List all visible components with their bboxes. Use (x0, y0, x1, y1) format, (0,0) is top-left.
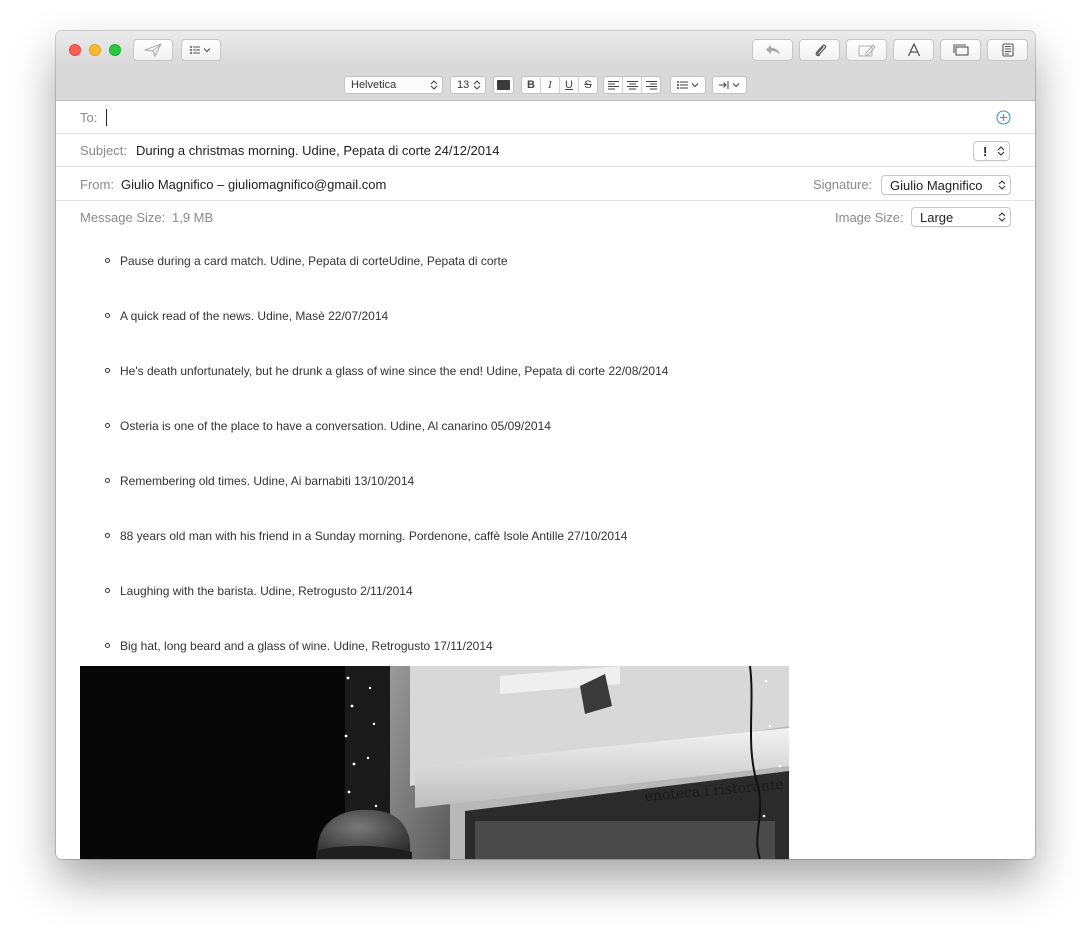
align-right-icon (645, 80, 657, 89)
align-right-button[interactable] (642, 77, 660, 93)
align-left-button[interactable] (604, 77, 623, 93)
caption-text: Remembering old times. Udine, Ai barnabi… (120, 474, 415, 488)
header-fields-button[interactable] (181, 39, 221, 61)
to-label: To: (80, 110, 98, 125)
updown-chevron-icon (997, 146, 1005, 156)
paperclip-icon (815, 44, 826, 57)
list-item: Remembering old times. Udine, Ai barnabi… (105, 474, 415, 488)
font-letter-icon (907, 43, 920, 57)
font-size-select[interactable]: 13 (450, 76, 486, 94)
image-size-label: Image Size: (835, 210, 904, 225)
indent-select[interactable] (712, 76, 747, 94)
bullet (105, 423, 110, 428)
caption-text: Pause during a card match. Udine, Pepata… (120, 254, 508, 268)
bullet (105, 533, 110, 538)
to-row: To: (56, 101, 1035, 134)
list-chevron-icon (190, 46, 211, 54)
from-row: From: Giulio Magnifico – giuliomagnifico… (56, 167, 1035, 201)
caption-text: Big hat, long beard and a glass of wine.… (120, 639, 493, 653)
caption-text: He's death unfortunately, but he drunk a… (120, 364, 669, 378)
bullet-list-icon (677, 81, 699, 89)
indent-icon (718, 81, 739, 89)
bullet (105, 368, 110, 373)
updown-chevron-icon (473, 80, 481, 90)
reply-arrow-icon (765, 45, 780, 55)
font-size-value: 13 (457, 79, 470, 91)
image-size-select[interactable]: Large (911, 207, 1011, 227)
text-color-swatch (497, 80, 510, 90)
list-item: He's death unfortunately, but he drunk a… (105, 364, 669, 378)
underline-button[interactable]: U (560, 77, 579, 93)
align-center-icon (626, 80, 638, 89)
list-item: 88 years old man with his friend in a Su… (105, 529, 628, 543)
list-item: Big hat, long beard and a glass of wine.… (105, 639, 493, 653)
minimize-window-button[interactable] (89, 44, 101, 56)
list-item: Pause during a card match. Udine, Pepata… (105, 254, 508, 268)
italic-button[interactable]: I (541, 77, 560, 93)
photo-browser-button[interactable] (940, 39, 981, 61)
zoom-window-button[interactable] (109, 44, 121, 56)
photo-image: enoteca i ristorante (80, 666, 789, 859)
bold-button[interactable]: B (522, 77, 541, 93)
caption-text: Laughing with the barista. Udine, Retrog… (120, 584, 413, 598)
send-button[interactable] (133, 39, 173, 61)
toolbar (56, 31, 1035, 69)
text-color-button[interactable] (493, 76, 514, 94)
subject-label: Subject: (80, 143, 127, 158)
fonts-button[interactable] (893, 39, 934, 61)
bullet (105, 588, 110, 593)
list-style-select[interactable] (670, 76, 706, 94)
caption-text: 88 years old man with his friend in a Su… (120, 529, 628, 543)
format-bar-toggle-button[interactable] (987, 39, 1028, 61)
subject-field[interactable]: During a christmas morning. Udine, Pepat… (136, 143, 499, 158)
list-item: Osteria is one of the place to have a co… (105, 419, 551, 433)
paper-plane-icon (144, 43, 162, 57)
markup-pen-icon (858, 44, 876, 57)
strikethrough-button[interactable]: S (579, 77, 597, 93)
message-size-value: 1,9 MB (172, 210, 214, 225)
signature-label: Signature: (813, 177, 873, 192)
bullet (105, 643, 110, 648)
subject-row: Subject: During a christmas morning. Udi… (56, 134, 1035, 167)
photo-browser-icon (952, 44, 969, 56)
add-contact-icon[interactable] (996, 110, 1011, 125)
signature-value: Giulio Magnifico (890, 177, 983, 193)
message-size-row: Message Size: 1,9 MB Image Size: Large (56, 201, 1035, 233)
markup-button[interactable] (846, 39, 887, 61)
list-item: Laughing with the barista. Udine, Retrog… (105, 584, 413, 598)
embedded-photo[interactable]: enoteca i ristorante (80, 666, 789, 859)
message-size-label: Message Size: (80, 210, 166, 225)
updown-chevron-icon (430, 80, 438, 90)
bullet (105, 313, 110, 318)
reply-button[interactable] (752, 39, 793, 61)
alignment-group (603, 76, 661, 94)
list-item: A quick read of the news. Udine, Masè 22… (105, 309, 389, 323)
updown-chevron-icon (998, 180, 1006, 190)
image-size-value: Large (920, 209, 954, 225)
priority-select[interactable]: ! (973, 141, 1010, 161)
font-family-select[interactable]: Helvetica (344, 76, 443, 94)
text-style-group: B I U S (521, 76, 598, 94)
format-bar: Helvetica 13 B I U S (56, 69, 1035, 101)
text-cursor (106, 109, 107, 126)
caption-text: Osteria is one of the place to have a co… (120, 419, 551, 433)
format-panel-icon (1001, 43, 1014, 57)
priority-value: ! (983, 143, 988, 159)
attach-button[interactable] (799, 39, 840, 61)
updown-chevron-icon (998, 212, 1006, 222)
compose-window: Helvetica 13 B I U S To: Subject: During… (56, 31, 1035, 859)
bullet (105, 478, 110, 483)
caption-text: A quick read of the news. Udine, Masè 22… (120, 309, 389, 323)
align-left-icon (607, 80, 619, 89)
bullet (105, 258, 110, 263)
from-label: From: (80, 177, 114, 192)
align-center-button[interactable] (623, 77, 642, 93)
close-window-button[interactable] (69, 44, 81, 56)
signature-select[interactable]: Giulio Magnifico (881, 175, 1011, 195)
from-field[interactable]: Giulio Magnifico – giuliomagnifico@gmail… (121, 177, 386, 192)
message-body[interactable]: Pause during a card match. Udine, Pepata… (56, 232, 1035, 859)
font-family-value: Helvetica (351, 79, 397, 91)
